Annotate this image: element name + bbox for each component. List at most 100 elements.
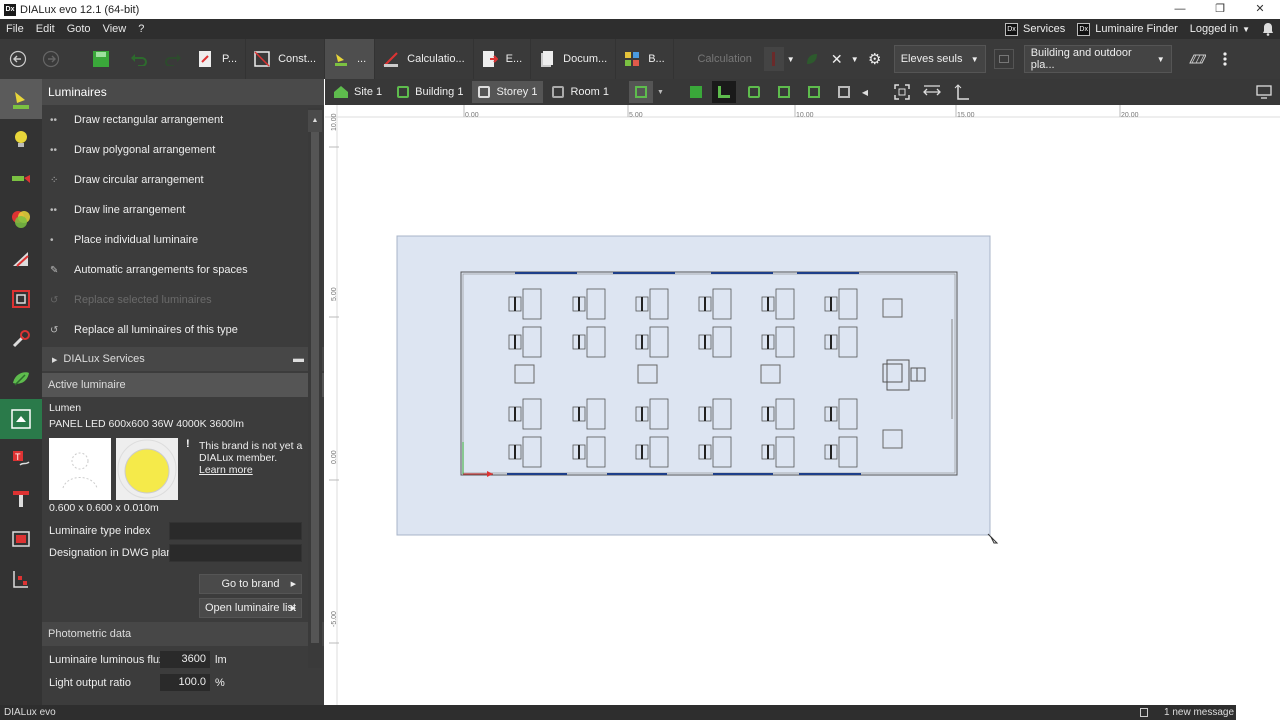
tab-building[interactable]: Building 1 [391,81,469,103]
tab-storey[interactable]: Storey 1 [472,81,544,103]
front-view-icon[interactable] [742,81,766,103]
luminaire-finder-button[interactable]: Dx Luminaire Finder [1071,22,1184,36]
ldc-diagram[interactable] [116,438,178,500]
ground-plane-icon[interactable] [1178,54,1214,64]
save-icon[interactable] [80,50,122,68]
logged-in-dropdown[interactable]: Logged in ▼ [1184,23,1256,35]
cut-line-icon[interactable] [0,559,42,599]
material-icon[interactable] [0,359,42,399]
go-to-brand-button[interactable]: Go to brand ▶ [199,574,302,594]
scroll-up-icon[interactable]: ▲ [308,110,322,132]
panel-buttons: Go to brand ▶ Open luminaire list ▶ [42,564,324,620]
measure-icon[interactable] [920,81,944,103]
title-bar: Dx DIALux evo 12.1 (64-bit) — ❐ ✕ [0,0,1280,19]
draw-line-arrangement[interactable]: •• Draw line arrangement [42,195,324,225]
collapse-icon[interactable]: ▬ [293,347,304,371]
open-luminaire-list-button[interactable]: Open luminaire list ▶ [199,598,302,618]
calculation-button[interactable]: Calculation [686,39,764,79]
draw-circular-arrangement[interactable]: ⁘ Draw circular arrangement [42,165,324,195]
dialux-services-section[interactable]: ▶ DIALux Services ▬ [42,347,324,371]
axis-icon[interactable] [950,81,974,103]
panel-title: Luminaires [42,79,324,105]
export-tab[interactable]: E... [474,39,532,79]
calculation-tab[interactable]: Calculatio... [375,39,474,79]
chevron-down-icon[interactable]: ▼ [784,55,798,64]
fit-view-icon[interactable] [890,81,914,103]
lor-input[interactable]: 100.0 [160,674,210,691]
wrench-icon[interactable] [0,319,42,359]
dwg-input[interactable] [169,544,302,562]
light-scene-icon[interactable] [0,159,42,199]
planning-mode-dropdown[interactable]: Building and outdoor pla... ▼ [1023,45,1172,73]
menu-view[interactable]: View [97,23,133,35]
message-icon[interactable] [1140,708,1148,717]
menu-edit[interactable]: Edit [30,23,61,35]
left-view-icon[interactable] [802,81,826,103]
leaf-icon[interactable] [798,52,826,66]
chevron-left-icon[interactable]: ◀ [862,88,868,97]
color-icon[interactable] [0,199,42,239]
draw-rectangular-arrangement[interactable]: •• Draw rectangular arrangement [42,105,324,135]
luminaire-tool-icon[interactable] [0,79,42,119]
item-label: Draw line arrangement [74,204,186,216]
plan-canvas[interactable]: 0.00 5.00 10.00 15.00 20.00 10.00 5.00 0.00 -5.… [325,79,1280,705]
notifications-icon[interactable] [1256,22,1280,36]
light-tab[interactable]: ... [325,39,376,79]
menu-help[interactable]: ? [132,23,150,35]
back-icon[interactable] [0,50,36,68]
status-app-name: DIALux evo [4,707,56,718]
draw-polygonal-arrangement[interactable]: •• Draw polygonal arrangement [42,135,324,165]
calc-progress-icon [763,47,784,71]
learn-more-link[interactable]: Learn more [199,464,253,476]
luminaire-photo[interactable] [49,438,111,500]
light-bulb-icon[interactable] [0,119,42,159]
project-tab[interactable]: P... [190,39,247,79]
cancel-icon[interactable]: ✕ [826,51,848,68]
floor-view-icon[interactable] [711,81,736,103]
automatic-arrangements[interactable]: ✎ Automatic arrangements for spaces [42,255,324,285]
right-view-icon[interactable] [832,81,856,103]
flux-unit: lm [215,653,227,666]
tab-room[interactable]: Room 1 [546,81,615,103]
menu-goto[interactable]: Goto [61,23,97,35]
flux-label: Luminaire luminous flux [49,653,165,666]
ceiling-icon[interactable] [0,479,42,519]
tab-site[interactable]: Site 1 [328,81,388,103]
minimize-button[interactable]: — [1160,0,1200,19]
plan-view-icon[interactable] [628,81,653,103]
more-vertical-icon[interactable] [1214,52,1236,66]
gear-icon[interactable]: ⚙ [862,50,888,68]
construction-tab[interactable]: Const... [246,39,325,79]
restore-button[interactable]: ❐ [1200,0,1240,19]
services-button[interactable]: Dx Services [999,22,1071,36]
undo-icon[interactable] [122,52,156,66]
message-count[interactable]: 1 new message [1164,707,1234,718]
chevron-down-icon[interactable]: ▼ [657,89,664,96]
documentation-tab[interactable]: Docum... [531,39,617,79]
3d-view-icon[interactable] [684,81,708,103]
flux-input[interactable]: 3600 [160,651,210,668]
luminaire-catalog-icon[interactable] [0,399,42,439]
monitor-icon[interactable] [1252,81,1276,103]
menu-file[interactable]: File [0,23,30,35]
layout-icon[interactable] [993,49,1014,69]
place-individual-luminaire[interactable]: • Place individual luminaire [42,225,324,255]
back-view-icon[interactable] [772,81,796,103]
close-window-button[interactable]: ✕ [1240,0,1280,19]
chevron-down-icon[interactable]: ▼ [848,55,862,64]
type-index-input[interactable] [169,522,302,540]
tab-building-label: Building 1 [415,86,464,98]
bim-tab[interactable]: B... [616,39,674,79]
panel-scrollbar[interactable] [308,108,322,668]
redo-icon[interactable] [156,52,190,66]
scrollbar-thumb[interactable] [311,123,319,643]
text-tool-icon[interactable]: T [0,439,42,479]
export-tab-label: E... [505,53,523,65]
view-mode-dropdown[interactable]: Eleves seuls ▼ [893,45,986,73]
calc-surface-icon[interactable] [0,519,42,559]
room-select-icon[interactable] [0,279,42,319]
replace-all-luminaires[interactable]: ↺ Replace all luminaires of this type [42,315,324,345]
services-label: Services [1023,23,1066,35]
emergency-light-icon[interactable] [0,239,42,279]
forward-icon[interactable] [36,50,66,68]
